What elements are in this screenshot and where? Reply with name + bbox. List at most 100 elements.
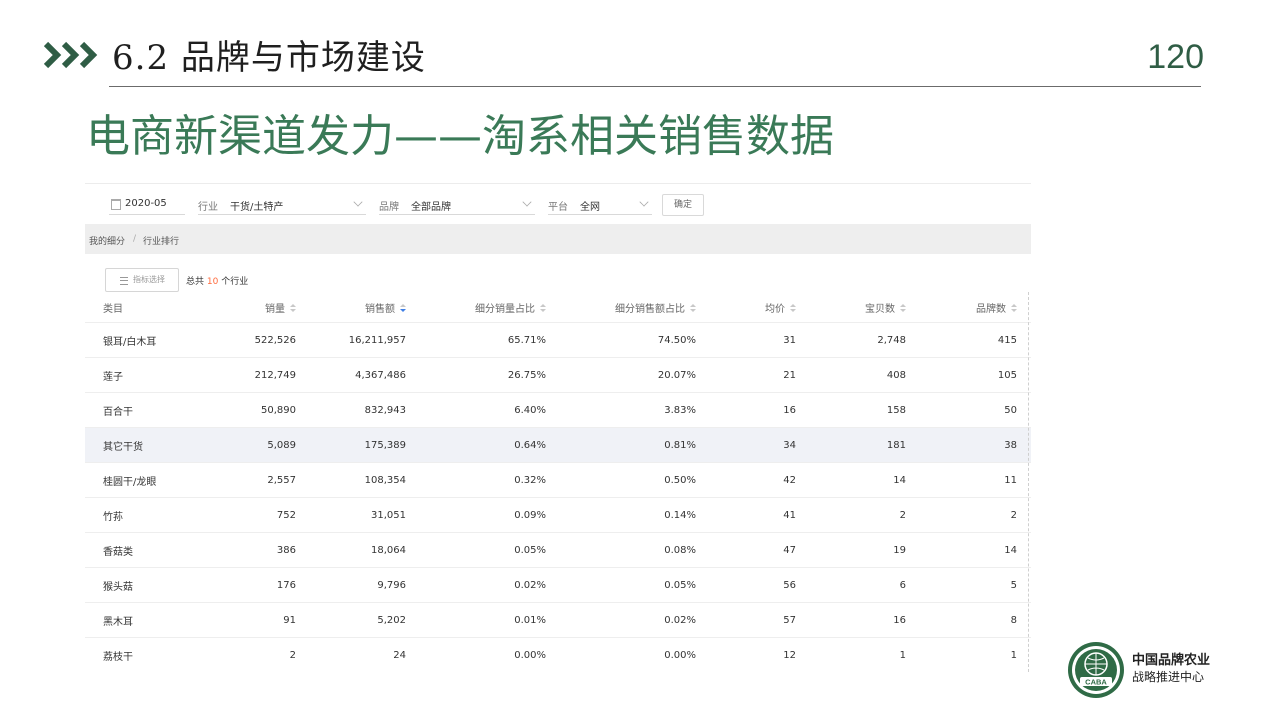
cell-category: 桂圆干/龙眼 [85, 462, 200, 498]
chevrons-icon [44, 41, 98, 69]
cell-sales-amount: 4,367,486 [310, 357, 420, 393]
section-title: 6.2 品牌与市场建设 [112, 38, 426, 78]
cell-volume-share: 6.40% [420, 392, 560, 428]
sort-icon [900, 304, 906, 313]
cell-avg-price: 31 [710, 322, 810, 358]
cell-category: 荔枝干 [85, 637, 200, 672]
horizontal-scroll-edge[interactable] [1028, 292, 1031, 672]
table-row[interactable]: 黑木耳 91 5,202 0.01% 0.02% 57 16 8 [85, 602, 1031, 638]
column-header-avg-price[interactable]: 均价 [710, 292, 810, 323]
platform-label: 平台 [548, 202, 568, 213]
cell-sales-amount: 5,202 [310, 602, 420, 638]
logo-wordmark: CABA [1085, 678, 1107, 687]
date-picker[interactable]: 2020-05 [109, 194, 185, 215]
table-row[interactable]: 桂圆干/龙眼 2,557 108,354 0.32% 0.50% 42 14 1… [85, 462, 1031, 498]
platform-select[interactable]: 平台 全网 [548, 194, 652, 215]
total-prefix: 总共 [186, 277, 205, 287]
table-header-row: 类目 销量 销售额 细分销量占比 细分销售额占比 均价 宝贝数 品牌数 [85, 292, 1031, 323]
cell-category: 猴头菇 [85, 567, 200, 603]
cell-volume-share: 0.05% [420, 532, 560, 568]
table-row[interactable]: 猴头菇 176 9,796 0.02% 0.05% 56 6 5 [85, 567, 1031, 603]
industry-ranking-table: 类目 销量 销售额 细分销量占比 细分销售额占比 均价 宝贝数 品牌数 银耳/白… [85, 292, 1031, 672]
sort-icon [790, 304, 796, 313]
date-value: 2020-05 [125, 198, 167, 209]
sort-icon [290, 304, 296, 313]
sort-icon [690, 304, 696, 313]
cell-sales-amount: 24 [310, 637, 420, 672]
cell-item-count: 16 [810, 602, 920, 638]
cell-amount-share: 0.05% [560, 567, 710, 603]
cell-avg-price: 12 [710, 637, 810, 672]
cell-sales-volume: 176 [200, 567, 310, 603]
table-row[interactable]: 竹荪 752 31,051 0.09% 0.14% 41 2 2 [85, 497, 1031, 533]
column-header-sales-amount[interactable]: 销售额 [310, 292, 420, 323]
cell-category: 莲子 [85, 357, 200, 393]
calendar-icon [111, 199, 121, 210]
cell-item-count: 19 [810, 532, 920, 568]
metric-select-button[interactable]: 指标选择 [105, 268, 179, 292]
cell-sales-volume: 5,089 [200, 427, 310, 463]
cell-avg-price: 41 [710, 497, 810, 533]
table-row[interactable]: 荔枝干 2 24 0.00% 0.00% 12 1 1 [85, 637, 1031, 672]
cell-item-count: 1 [810, 637, 920, 672]
breadcrumb-my-segments[interactable]: 我的细分 [89, 234, 125, 247]
cell-sales-volume: 212,749 [200, 357, 310, 393]
table-row[interactable]: 香菇类 386 18,064 0.05% 0.08% 47 19 14 [85, 532, 1031, 568]
caba-logo: CABA [1068, 642, 1124, 698]
sort-icon [400, 304, 406, 313]
table-row[interactable]: 银耳/白木耳 522,526 16,211,957 65.71% 74.50% … [85, 322, 1031, 358]
cell-amount-share: 0.02% [560, 602, 710, 638]
page-number: 120 [1147, 38, 1204, 76]
column-header-brand-count[interactable]: 品牌数 [920, 292, 1031, 323]
cell-sales-amount: 175,389 [310, 427, 420, 463]
cell-amount-share: 0.81% [560, 427, 710, 463]
cell-volume-share: 0.09% [420, 497, 560, 533]
column-header-sales-volume[interactable]: 销量 [200, 292, 310, 323]
cell-category: 香菇类 [85, 532, 200, 568]
header-divider [109, 86, 1201, 87]
cell-amount-share: 0.00% [560, 637, 710, 672]
cell-brand-count: 50 [920, 392, 1031, 428]
cell-brand-count: 14 [920, 532, 1031, 568]
industry-select[interactable]: 行业 干货/土特产 [198, 194, 366, 215]
metric-select-label: 指标选择 [133, 275, 165, 284]
brand-select[interactable]: 品牌 全部品牌 [379, 194, 535, 215]
cell-volume-share: 65.71% [420, 322, 560, 358]
column-header-item-count[interactable]: 宝贝数 [810, 292, 920, 323]
cell-amount-share: 74.50% [560, 322, 710, 358]
cell-volume-share: 0.32% [420, 462, 560, 498]
column-header-amount-share[interactable]: 细分销售额占比 [560, 292, 710, 323]
cell-item-count: 2 [810, 497, 920, 533]
sort-icon [540, 304, 546, 313]
table-row-hovered[interactable]: 其它干货 5,089 175,389 0.64% 0.81% 34 181 38 [85, 427, 1031, 463]
sort-icon [1011, 304, 1017, 313]
cell-volume-share: 0.01% [420, 602, 560, 638]
cell-brand-count: 11 [920, 462, 1031, 498]
cell-category: 百合干 [85, 392, 200, 428]
org-name-line1: 中国品牌农业 [1132, 653, 1211, 668]
column-header-volume-share[interactable]: 细分销量占比 [420, 292, 560, 323]
cell-amount-share: 0.14% [560, 497, 710, 533]
industry-label: 行业 [198, 202, 218, 213]
total-count: 10 [206, 277, 219, 287]
cell-item-count: 408 [810, 357, 920, 393]
cell-volume-share: 0.02% [420, 567, 560, 603]
chevron-down-icon [353, 197, 363, 207]
confirm-button[interactable]: 确定 [662, 194, 704, 216]
cell-sales-amount: 16,211,957 [310, 322, 420, 358]
total-suffix: 个行业 [221, 277, 249, 287]
brand-label: 品牌 [379, 202, 399, 213]
column-header-category: 类目 [103, 303, 123, 315]
cell-category: 银耳/白木耳 [85, 322, 200, 358]
industry-value: 干货/土特产 [230, 202, 284, 213]
cell-sales-volume: 522,526 [200, 322, 310, 358]
cell-item-count: 14 [810, 462, 920, 498]
screenshot-panel: 2020-05 行业 干货/土特产 品牌 全部品牌 平台 全网 确定 我的细分 … [85, 183, 1031, 672]
table-row[interactable]: 百合干 50,890 832,943 6.40% 3.83% 16 158 50 [85, 392, 1031, 428]
cell-sales-amount: 832,943 [310, 392, 420, 428]
cell-category: 黑木耳 [85, 602, 200, 638]
cell-avg-price: 42 [710, 462, 810, 498]
table-row[interactable]: 莲子 212,749 4,367,486 26.75% 20.07% 21 40… [85, 357, 1031, 393]
cell-amount-share: 3.83% [560, 392, 710, 428]
total-count-text: 总共 10 个行业 [186, 274, 248, 287]
